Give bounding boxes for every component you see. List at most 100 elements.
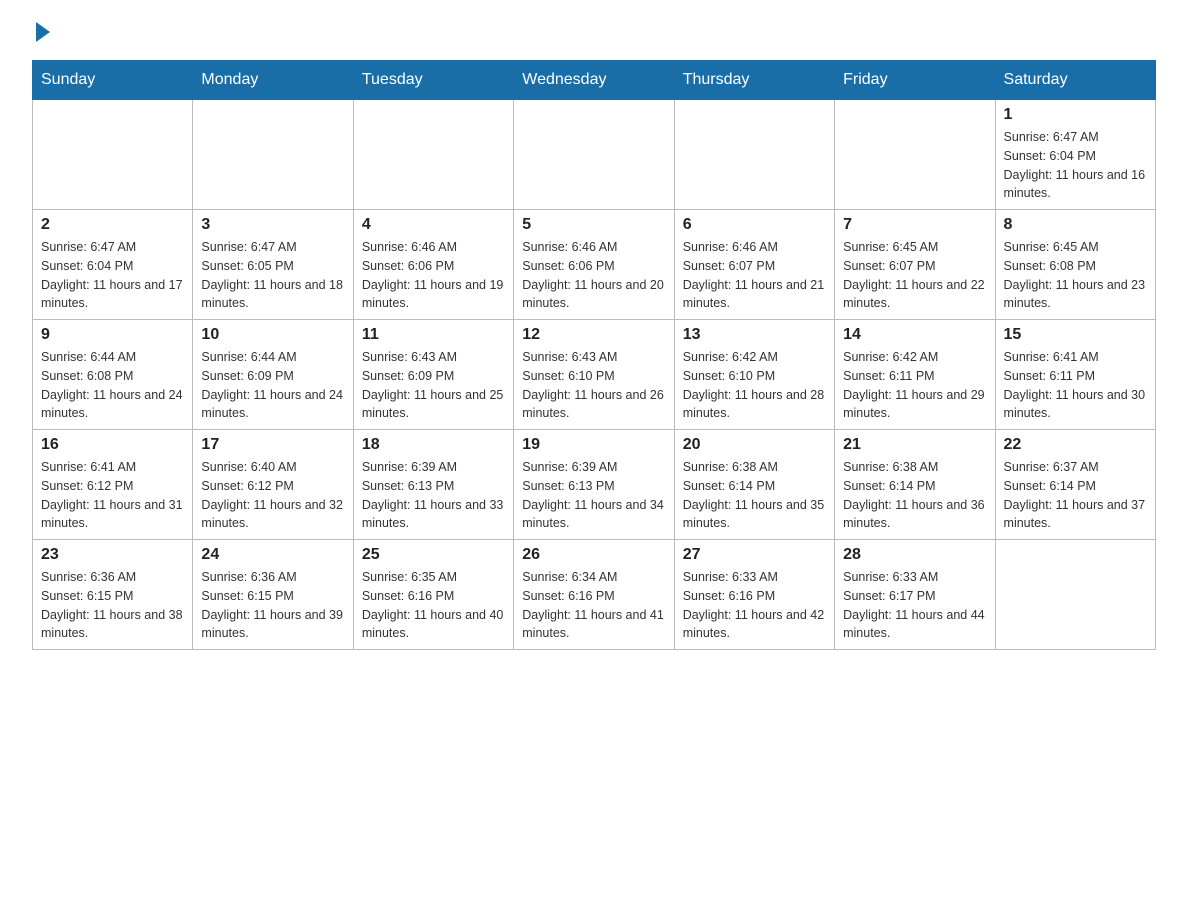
- day-info: Sunrise: 6:36 AMSunset: 6:15 PMDaylight:…: [201, 568, 344, 643]
- day-info: Sunrise: 6:43 AMSunset: 6:09 PMDaylight:…: [362, 348, 505, 423]
- calendar-cell: 7 Sunrise: 6:45 AMSunset: 6:07 PMDaylight…: [835, 210, 995, 320]
- day-info: Sunrise: 6:34 AMSunset: 6:16 PMDaylight:…: [522, 568, 665, 643]
- day-number: 7: [843, 216, 986, 234]
- calendar-cell: [835, 100, 995, 210]
- day-number: 26: [522, 546, 665, 564]
- calendar-cell: [674, 100, 834, 210]
- day-number: 25: [362, 546, 505, 564]
- day-info: Sunrise: 6:42 AMSunset: 6:10 PMDaylight:…: [683, 348, 826, 423]
- calendar-week-2: 2 Sunrise: 6:47 AMSunset: 6:04 PMDaylight…: [33, 210, 1156, 320]
- calendar-cell: 18 Sunrise: 6:39 AMSunset: 6:13 PMDayligh…: [353, 430, 513, 540]
- calendar-cell: 5 Sunrise: 6:46 AMSunset: 6:06 PMDaylight…: [514, 210, 674, 320]
- day-number: 20: [683, 436, 826, 454]
- day-number: 22: [1004, 436, 1147, 454]
- calendar-cell: 27 Sunrise: 6:33 AMSunset: 6:16 PMDayligh…: [674, 540, 834, 650]
- day-info: Sunrise: 6:42 AMSunset: 6:11 PMDaylight:…: [843, 348, 986, 423]
- day-info: Sunrise: 6:45 AMSunset: 6:08 PMDaylight:…: [1004, 238, 1147, 313]
- column-header-wednesday: Wednesday: [514, 61, 674, 100]
- calendar-cell: 24 Sunrise: 6:36 AMSunset: 6:15 PMDayligh…: [193, 540, 353, 650]
- calendar-cell: 11 Sunrise: 6:43 AMSunset: 6:09 PMDayligh…: [353, 320, 513, 430]
- day-info: Sunrise: 6:40 AMSunset: 6:12 PMDaylight:…: [201, 458, 344, 533]
- calendar-week-5: 23 Sunrise: 6:36 AMSunset: 6:15 PMDayligh…: [33, 540, 1156, 650]
- calendar-cell: 3 Sunrise: 6:47 AMSunset: 6:05 PMDaylight…: [193, 210, 353, 320]
- column-header-monday: Monday: [193, 61, 353, 100]
- day-info: Sunrise: 6:41 AMSunset: 6:12 PMDaylight:…: [41, 458, 184, 533]
- day-number: 23: [41, 546, 184, 564]
- day-number: 14: [843, 326, 986, 344]
- day-number: 19: [522, 436, 665, 454]
- day-number: 27: [683, 546, 826, 564]
- day-number: 6: [683, 216, 826, 234]
- day-number: 13: [683, 326, 826, 344]
- day-number: 12: [522, 326, 665, 344]
- calendar-cell: 15 Sunrise: 6:41 AMSunset: 6:11 PMDayligh…: [995, 320, 1155, 430]
- day-number: 10: [201, 326, 344, 344]
- day-info: Sunrise: 6:44 AMSunset: 6:08 PMDaylight:…: [41, 348, 184, 423]
- calendar-header-row: SundayMondayTuesdayWednesdayThursdayFrid…: [33, 61, 1156, 100]
- calendar-cell: 1Sunrise: 6:47 AMSunset: 6:04 PMDaylight…: [995, 100, 1155, 210]
- calendar-cell: 13 Sunrise: 6:42 AMSunset: 6:10 PMDayligh…: [674, 320, 834, 430]
- day-number: 28: [843, 546, 986, 564]
- day-info: Sunrise: 6:38 AMSunset: 6:14 PMDaylight:…: [683, 458, 826, 533]
- calendar-cell: 10 Sunrise: 6:44 AMSunset: 6:09 PMDayligh…: [193, 320, 353, 430]
- day-info: Sunrise: 6:35 AMSunset: 6:16 PMDaylight:…: [362, 568, 505, 643]
- calendar-table: SundayMondayTuesdayWednesdayThursdayFrid…: [32, 60, 1156, 650]
- day-number: 5: [522, 216, 665, 234]
- calendar-cell: 21 Sunrise: 6:38 AMSunset: 6:14 PMDayligh…: [835, 430, 995, 540]
- day-info: Sunrise: 6:39 AMSunset: 6:13 PMDaylight:…: [362, 458, 505, 533]
- column-header-friday: Friday: [835, 61, 995, 100]
- day-number: 3: [201, 216, 344, 234]
- day-info: Sunrise: 6:39 AMSunset: 6:13 PMDaylight:…: [522, 458, 665, 533]
- calendar-cell: 22Sunrise: 6:37 AMSunset: 6:14 PMDayligh…: [995, 430, 1155, 540]
- column-header-thursday: Thursday: [674, 61, 834, 100]
- calendar-cell: 25 Sunrise: 6:35 AMSunset: 6:16 PMDayligh…: [353, 540, 513, 650]
- calendar-cell: 26 Sunrise: 6:34 AMSunset: 6:16 PMDayligh…: [514, 540, 674, 650]
- logo: [32, 24, 50, 42]
- day-number: 1: [1004, 106, 1147, 124]
- calendar-cell: 2 Sunrise: 6:47 AMSunset: 6:04 PMDaylight…: [33, 210, 193, 320]
- column-header-sunday: Sunday: [33, 61, 193, 100]
- day-info: Sunrise: 6:43 AMSunset: 6:10 PMDaylight:…: [522, 348, 665, 423]
- calendar-cell: [353, 100, 513, 210]
- day-info: Sunrise: 6:44 AMSunset: 6:09 PMDaylight:…: [201, 348, 344, 423]
- day-info: Sunrise: 6:45 AMSunset: 6:07 PMDaylight:…: [843, 238, 986, 313]
- day-number: 4: [362, 216, 505, 234]
- day-info: Sunrise: 6:38 AMSunset: 6:14 PMDaylight:…: [843, 458, 986, 533]
- day-info: Sunrise: 6:41 AMSunset: 6:11 PMDaylight:…: [1004, 348, 1147, 423]
- day-number: 18: [362, 436, 505, 454]
- page-header: [32, 24, 1156, 42]
- calendar-week-1: 1Sunrise: 6:47 AMSunset: 6:04 PMDaylight…: [33, 100, 1156, 210]
- calendar-cell: [995, 540, 1155, 650]
- day-info: Sunrise: 6:47 AMSunset: 6:05 PMDaylight:…: [201, 238, 344, 313]
- day-number: 24: [201, 546, 344, 564]
- column-header-tuesday: Tuesday: [353, 61, 513, 100]
- day-number: 16: [41, 436, 184, 454]
- calendar-cell: [33, 100, 193, 210]
- calendar-cell: 14 Sunrise: 6:42 AMSunset: 6:11 PMDayligh…: [835, 320, 995, 430]
- calendar-week-3: 9Sunrise: 6:44 AMSunset: 6:08 PMDaylight…: [33, 320, 1156, 430]
- calendar-cell: [514, 100, 674, 210]
- calendar-cell: 9Sunrise: 6:44 AMSunset: 6:08 PMDaylight…: [33, 320, 193, 430]
- calendar-cell: [193, 100, 353, 210]
- calendar-cell: 20 Sunrise: 6:38 AMSunset: 6:14 PMDayligh…: [674, 430, 834, 540]
- day-number: 15: [1004, 326, 1147, 344]
- calendar-cell: 12 Sunrise: 6:43 AMSunset: 6:10 PMDayligh…: [514, 320, 674, 430]
- day-info: Sunrise: 6:33 AMSunset: 6:16 PMDaylight:…: [683, 568, 826, 643]
- day-info: Sunrise: 6:33 AMSunset: 6:17 PMDaylight:…: [843, 568, 986, 643]
- calendar-cell: 4Sunrise: 6:46 AMSunset: 6:06 PMDaylight…: [353, 210, 513, 320]
- day-info: Sunrise: 6:46 AMSunset: 6:07 PMDaylight:…: [683, 238, 826, 313]
- calendar-cell: 17 Sunrise: 6:40 AMSunset: 6:12 PMDayligh…: [193, 430, 353, 540]
- calendar-cell: 16 Sunrise: 6:41 AMSunset: 6:12 PMDayligh…: [33, 430, 193, 540]
- day-number: 2: [41, 216, 184, 234]
- logo-arrow-icon: [36, 22, 50, 42]
- day-number: 8: [1004, 216, 1147, 234]
- day-number: 11: [362, 326, 505, 344]
- calendar-week-4: 16 Sunrise: 6:41 AMSunset: 6:12 PMDayligh…: [33, 430, 1156, 540]
- day-number: 17: [201, 436, 344, 454]
- calendar-cell: 28 Sunrise: 6:33 AMSunset: 6:17 PMDayligh…: [835, 540, 995, 650]
- day-info: Sunrise: 6:47 AMSunset: 6:04 PMDaylight:…: [41, 238, 184, 313]
- day-info: Sunrise: 6:46 AMSunset: 6:06 PMDaylight:…: [522, 238, 665, 313]
- day-number: 21: [843, 436, 986, 454]
- calendar-cell: 23Sunrise: 6:36 AMSunset: 6:15 PMDayligh…: [33, 540, 193, 650]
- column-header-saturday: Saturday: [995, 61, 1155, 100]
